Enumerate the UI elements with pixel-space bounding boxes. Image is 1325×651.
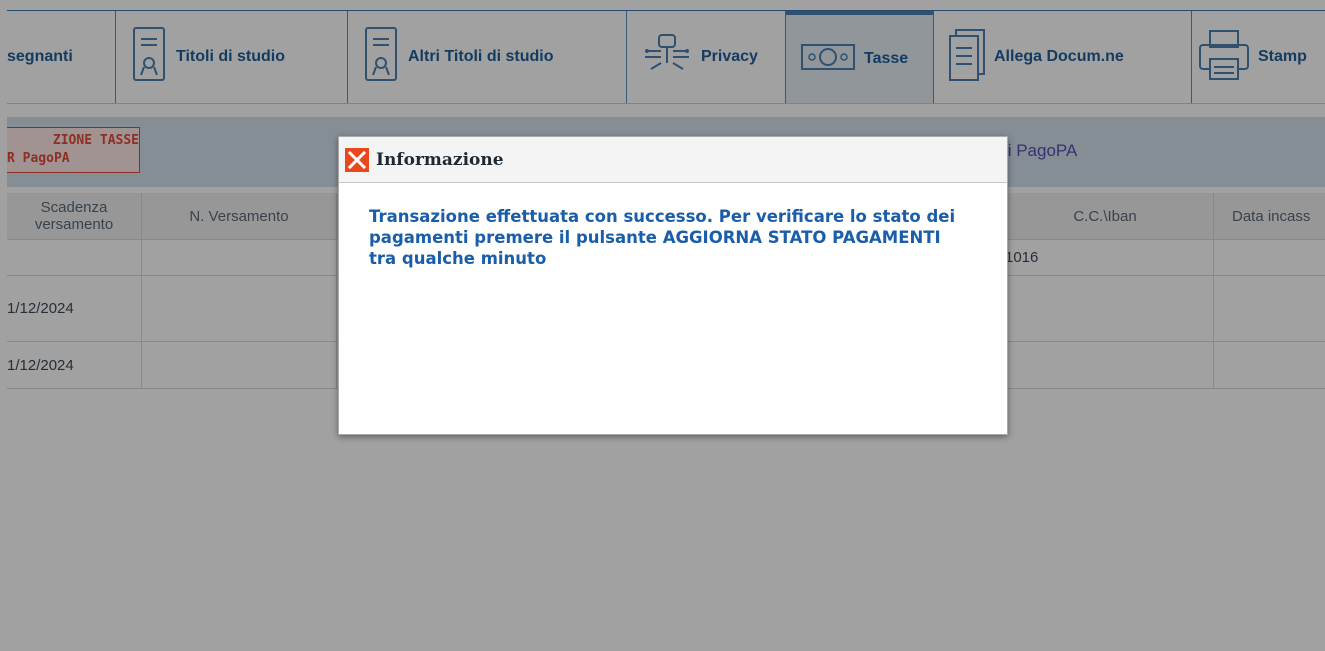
dialog-header: Informazione xyxy=(339,137,1007,183)
dialog-title: Informazione xyxy=(376,150,504,170)
close-icon[interactable] xyxy=(345,148,369,172)
dialog-message: Transazione effettuata con successo. Per… xyxy=(369,207,956,268)
information-dialog: Informazione Transazione effettuata con … xyxy=(338,136,1008,435)
